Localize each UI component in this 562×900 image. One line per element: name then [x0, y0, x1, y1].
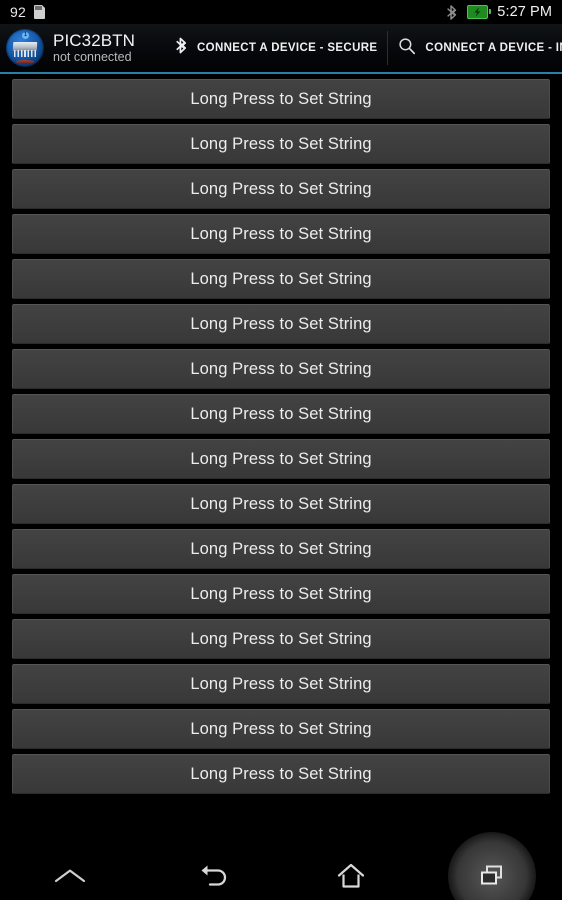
app-title-block: PIC32BTN not connected: [53, 31, 157, 65]
nav-back[interactable]: [141, 852, 282, 900]
long-press-string-button-label: Long Press to Set String: [190, 494, 372, 513]
connect-insecure-button[interactable]: CONNECT A DEVICE - INSECURE: [388, 24, 562, 72]
pic32-chip-logo-icon[interactable]: 1: [6, 29, 44, 67]
nav-menu-chevron[interactable]: [0, 852, 141, 900]
long-press-string-button[interactable]: Long Press to Set String: [12, 124, 550, 164]
long-press-string-button[interactable]: Long Press to Set String: [12, 754, 550, 794]
connect-secure-label: CONNECT A DEVICE - SECURE: [197, 42, 378, 54]
long-press-string-button-label: Long Press to Set String: [190, 224, 372, 243]
logo-chip-base: [16, 60, 34, 64]
connect-insecure-label: CONNECT A DEVICE - INSECURE: [425, 42, 562, 54]
recents-icon: [480, 865, 502, 885]
back-icon: [201, 865, 226, 886]
long-press-string-button[interactable]: Long Press to Set String: [12, 304, 550, 344]
search-icon: [398, 37, 416, 60]
long-press-string-button-label: Long Press to Set String: [190, 584, 372, 603]
sd-card-icon: [33, 5, 45, 19]
chevron-up-icon: [55, 869, 86, 883]
long-press-string-button-label: Long Press to Set String: [190, 134, 372, 153]
long-press-string-button[interactable]: Long Press to Set String: [12, 574, 550, 614]
long-press-string-button[interactable]: Long Press to Set String: [12, 664, 550, 704]
long-press-string-button-label: Long Press to Set String: [190, 179, 372, 198]
nav-recents[interactable]: [422, 832, 562, 900]
long-press-string-button-label: Long Press to Set String: [190, 539, 372, 558]
long-press-string-button-label: Long Press to Set String: [190, 404, 372, 423]
navigation-bar: [0, 832, 562, 900]
page-title: PIC32BTN: [53, 31, 136, 50]
long-press-string-button[interactable]: Long Press to Set String: [12, 709, 550, 749]
connect-secure-button[interactable]: CONNECT A DEVICE - SECURE: [165, 24, 387, 72]
connection-status: not connected: [53, 50, 132, 64]
long-press-string-button-label: Long Press to Set String: [190, 269, 372, 288]
status-bar-left: 92: [10, 4, 45, 20]
home-icon: [338, 863, 365, 888]
long-press-string-button[interactable]: Long Press to Set String: [12, 169, 550, 209]
long-press-string-button[interactable]: Long Press to Set String: [12, 394, 550, 434]
notification-count: 92: [10, 4, 26, 20]
long-press-string-button-label: Long Press to Set String: [190, 89, 372, 108]
long-press-string-button-label: Long Press to Set String: [190, 674, 372, 693]
long-press-string-button[interactable]: Long Press to Set String: [12, 619, 550, 659]
android-screen: 92 5:27 PM 1 PIC32BTN not connected CONN…: [0, 0, 562, 900]
string-button-list[interactable]: Long Press to Set String Long Press to Se…: [0, 74, 562, 852]
long-press-string-button[interactable]: Long Press to Set String: [12, 349, 550, 389]
logo-badge: 1: [22, 32, 29, 39]
long-press-string-button-label: Long Press to Set String: [190, 359, 372, 378]
status-bar-clock: 5:27 PM: [497, 4, 552, 20]
long-press-string-button-label: Long Press to Set String: [190, 314, 372, 333]
long-press-string-button-label: Long Press to Set String: [190, 719, 372, 738]
action-bar-actions: CONNECT A DEVICE - SECURE CONNECT A DEVI…: [165, 24, 562, 72]
long-press-string-button[interactable]: Long Press to Set String: [12, 439, 550, 479]
bluetooth-icon: [175, 37, 188, 59]
bluetooth-icon: [446, 4, 458, 20]
status-bar-right: 5:27 PM: [446, 4, 552, 20]
nav-home[interactable]: [281, 852, 422, 900]
logo-chip-pins: [14, 50, 37, 57]
battery-charging-icon: [467, 5, 492, 19]
long-press-string-button[interactable]: Long Press to Set String: [12, 484, 550, 524]
long-press-string-button[interactable]: Long Press to Set String: [12, 529, 550, 569]
long-press-string-button[interactable]: Long Press to Set String: [12, 79, 550, 119]
long-press-string-button-label: Long Press to Set String: [190, 764, 372, 783]
long-press-string-button-label: Long Press to Set String: [190, 449, 372, 468]
long-press-string-button-label: Long Press to Set String: [190, 629, 372, 648]
long-press-string-button[interactable]: Long Press to Set String: [12, 214, 550, 254]
status-bar: 92 5:27 PM: [0, 0, 562, 24]
long-press-string-button[interactable]: Long Press to Set String: [12, 259, 550, 299]
action-bar: 1 PIC32BTN not connected CONNECT A DEVIC…: [0, 24, 562, 72]
